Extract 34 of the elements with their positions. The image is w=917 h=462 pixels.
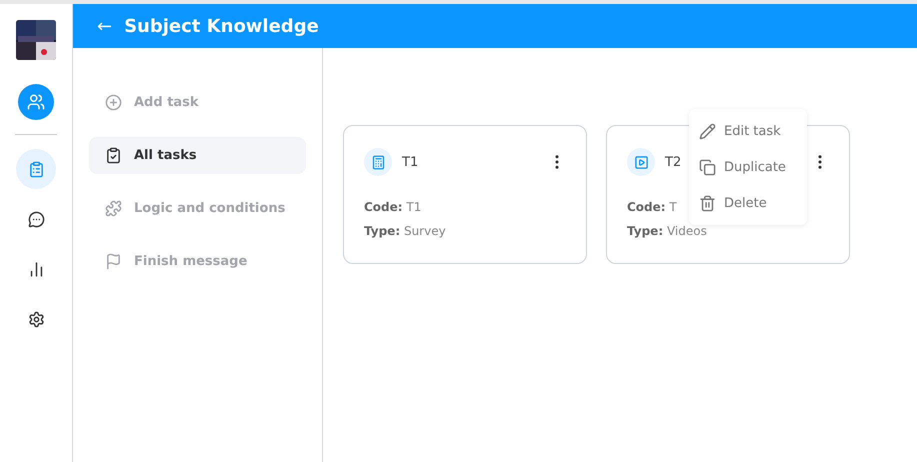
calculator-icon xyxy=(370,154,386,170)
clipboard-check-icon xyxy=(105,147,122,164)
copy-icon xyxy=(699,158,716,176)
task-title: T2 xyxy=(665,154,682,170)
page-title: Subject Knowledge xyxy=(124,16,319,36)
task-card[interactable]: T1 Code: T1 Type: Survey xyxy=(343,125,587,264)
plus-circle-icon xyxy=(105,94,122,111)
menu-item[interactable]: Delete xyxy=(689,185,807,221)
puzzle-icon xyxy=(105,200,122,217)
sidebar-item[interactable]: Finish message xyxy=(89,243,306,280)
task-type: Type: Videos xyxy=(627,224,707,238)
sidebar-label: Logic and conditions xyxy=(134,201,286,216)
sidebar-label: Add task xyxy=(134,95,199,110)
flag-icon xyxy=(105,253,122,270)
menu-item[interactable]: Edit task xyxy=(689,113,807,149)
sidebar-item[interactable]: All tasks xyxy=(89,137,306,174)
users-button[interactable] xyxy=(18,84,54,120)
pencil-icon xyxy=(699,122,716,140)
task-title: T1 xyxy=(402,154,418,170)
clipboard-icon xyxy=(28,160,44,178)
trash-icon xyxy=(699,194,716,212)
sidebar-label: All tasks xyxy=(134,148,197,163)
users-icon xyxy=(27,93,45,111)
task-code: Code: T1 xyxy=(364,200,422,214)
task-type: Type: Survey xyxy=(364,224,446,238)
back-arrow[interactable]: ← xyxy=(97,16,112,36)
task-code: Code: T xyxy=(627,200,677,214)
settings-icon xyxy=(28,310,44,328)
sidebar-label: Finish message xyxy=(134,254,248,269)
play-icon xyxy=(634,154,648,170)
chat-bubble-icon xyxy=(28,210,44,228)
menu-item[interactable]: Duplicate xyxy=(689,149,807,185)
sidebar-item[interactable]: Logic and conditions xyxy=(89,190,306,227)
sidebar-item[interactable]: Add task xyxy=(89,84,306,121)
